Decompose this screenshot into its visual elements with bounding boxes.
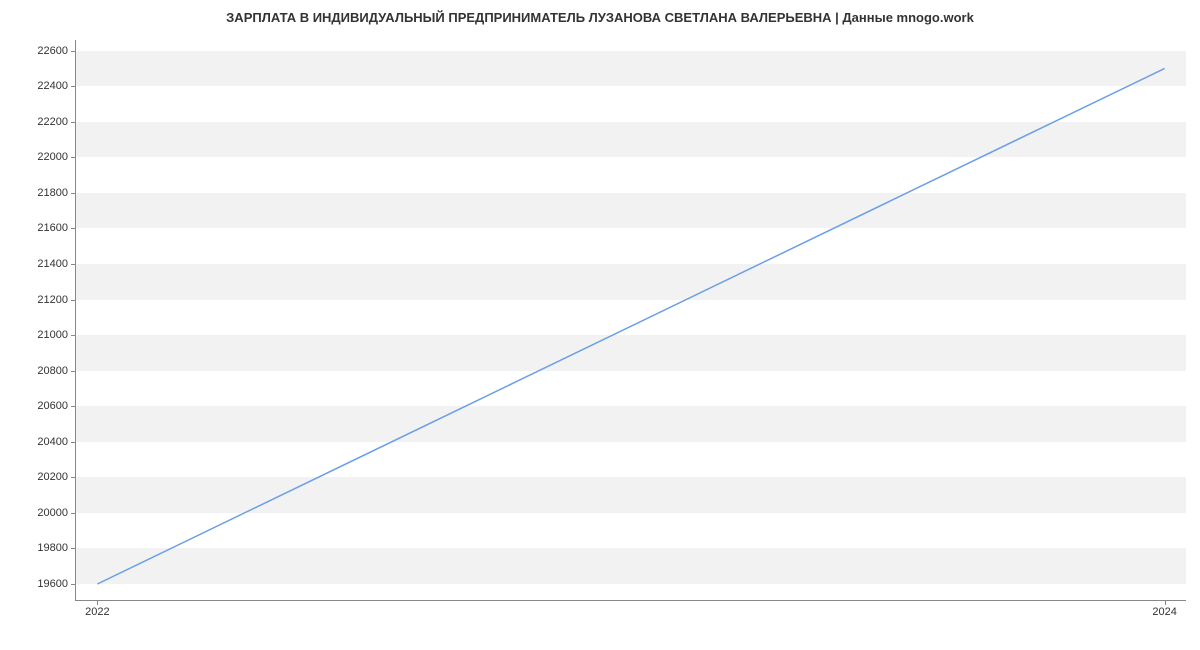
plot-area: 1960019800200002020020400206002080021000… xyxy=(75,40,1186,601)
y-tick-mark xyxy=(71,442,76,443)
y-tick-mark xyxy=(71,51,76,52)
y-tick-mark xyxy=(71,371,76,372)
y-tick-mark xyxy=(71,406,76,407)
y-tick-mark xyxy=(71,335,76,336)
y-tick-mark xyxy=(71,228,76,229)
x-tick-mark xyxy=(1165,600,1166,605)
x-tick-mark xyxy=(97,600,98,605)
y-tick-mark xyxy=(71,548,76,549)
y-tick-mark xyxy=(71,193,76,194)
y-tick-mark xyxy=(71,122,76,123)
y-tick-mark xyxy=(71,157,76,158)
y-tick-mark xyxy=(71,86,76,87)
y-tick-mark xyxy=(71,300,76,301)
y-tick-mark xyxy=(71,477,76,478)
y-tick-mark xyxy=(71,584,76,585)
y-tick-mark xyxy=(71,513,76,514)
y-tick-mark xyxy=(71,264,76,265)
chart-title: ЗАРПЛАТА В ИНДИВИДУАЛЬНЫЙ ПРЕДПРИНИМАТЕЛ… xyxy=(0,0,1200,30)
chart-line xyxy=(76,40,1186,600)
chart-container: ЗАРПЛАТА В ИНДИВИДУАЛЬНЫЙ ПРЕДПРИНИМАТЕЛ… xyxy=(0,0,1200,650)
